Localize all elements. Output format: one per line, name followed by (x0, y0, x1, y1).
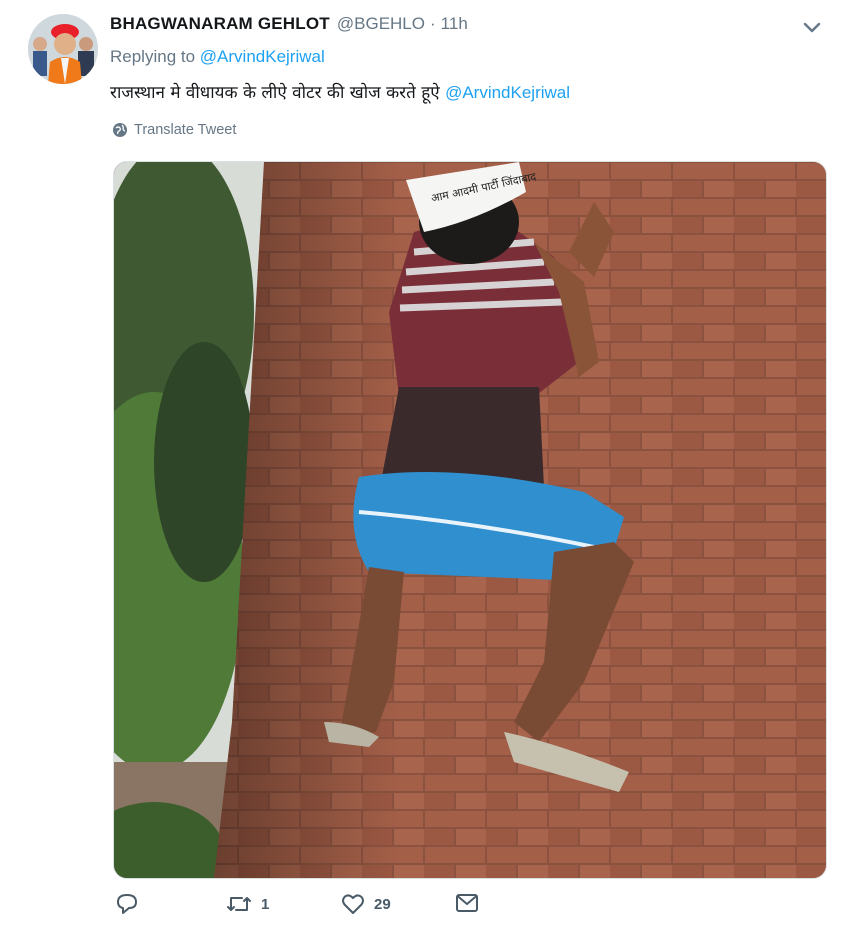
avatar[interactable] (28, 14, 98, 84)
tweet-text-body: राजस्थान मे वीधायक के लीऐ वोटर की खोज कर… (110, 83, 440, 103)
like-button[interactable]: 29 (341, 893, 391, 915)
reply-icon (117, 894, 137, 914)
message-icon (456, 894, 478, 912)
translate-label: Translate Tweet (134, 122, 237, 138)
media-photo: आम आदमी पार्टी जिंदाबाद (114, 162, 826, 878)
timestamp[interactable]: 11h (441, 14, 468, 34)
tweet-actions: 1 29 (113, 893, 533, 923)
retweet-count: 1 (261, 895, 270, 913)
reply-button[interactable] (115, 893, 148, 915)
chevron-down-icon (803, 22, 821, 33)
user-handle[interactable]: @BGEHLO (337, 14, 425, 34)
replying-to-label: Replying to (110, 47, 196, 66)
retweet-button[interactable]: 1 (226, 893, 269, 915)
more-options-button[interactable] (798, 14, 826, 42)
tweet-text: राजस्थान मे वीधायक के लीऐ वोटर की खोज कर… (110, 80, 570, 103)
replying-to-mention[interactable]: @ArvindKejriwal (200, 47, 325, 66)
direct-message-button[interactable] (455, 893, 479, 913)
tweet-header: BHAGWANARAM GEHLOT @BGEHLO · 11h (110, 14, 468, 34)
globe-icon (113, 123, 127, 137)
tweet-media[interactable]: आम आदमी पार्टी जिंदाबाद (113, 161, 827, 879)
tweet-text-mention[interactable]: @ArvindKejriwal (445, 83, 570, 102)
translate-tweet-link[interactable]: Translate Tweet (112, 122, 236, 138)
replying-to: Replying to @ArvindKejriwal (110, 47, 325, 67)
avatar-image (28, 14, 98, 84)
retweet-icon (227, 897, 251, 911)
display-name[interactable]: BHAGWANARAM GEHLOT (110, 14, 330, 34)
separator: · (430, 14, 436, 33)
like-count: 29 (374, 895, 391, 913)
like-icon (342, 894, 364, 914)
